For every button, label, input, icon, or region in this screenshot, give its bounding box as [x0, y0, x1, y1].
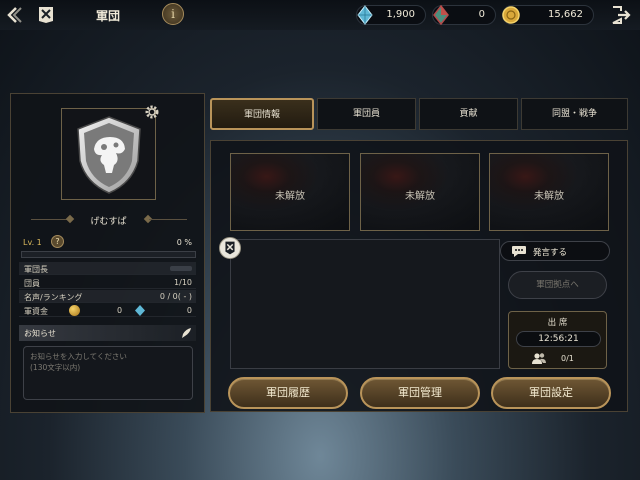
leader-label: 軍団長 [24, 265, 48, 274]
funds-crystal-value: 0 [186, 306, 192, 315]
name-divider-right [149, 219, 187, 220]
tab-members[interactable]: 軍団員 [317, 98, 416, 130]
info-button[interactable]: i [162, 3, 184, 25]
attendance-title: 出 席 [547, 318, 568, 328]
notice-header: お知らせ [19, 325, 196, 341]
locked-slot-1[interactable]: 未解放 [230, 153, 350, 231]
locked-slot-label: 未解放 [534, 191, 564, 202]
notice-title: お知らせ [24, 329, 56, 338]
stat-row-fame: 名声/ランキング 0 / 0( - ) [19, 290, 196, 303]
post-message-label: 発言する [533, 248, 568, 258]
guild-name: げむすぱ [90, 217, 127, 227]
blue-crystal-icon [357, 5, 373, 25]
gold-coin-icon [502, 6, 520, 24]
guild-history-button[interactable]: 軍団履歴 [228, 377, 348, 409]
red-crystal-icon [433, 5, 449, 25]
close-icon[interactable] [219, 237, 241, 259]
locked-slot-3[interactable]: 未解放 [489, 153, 609, 231]
gear-icon[interactable] [144, 104, 160, 120]
members-value: 1/10 [174, 278, 192, 287]
stat-row-funds: 軍資金 0 0 [19, 304, 196, 317]
exp-progress-bar [21, 251, 196, 258]
fame-value: 0 / 0( - ) [159, 292, 192, 301]
leader-name-redacted [170, 266, 192, 271]
exp-percent: 0 % [176, 238, 192, 247]
blue-crystal-icon [135, 305, 145, 316]
guild-emblem-frame [61, 108, 156, 200]
red-crystal-amount: 0 [478, 9, 485, 20]
guild-emblem-shield-icon [77, 116, 141, 194]
guild-level: Lv. 1 [23, 238, 42, 247]
tab-alliance-war[interactable]: 同盟・戦争 [521, 98, 628, 130]
speech-bubble-icon [512, 246, 526, 257]
tab-contribution[interactable]: 貢献 [419, 98, 518, 130]
guild-banner-icon [39, 7, 53, 23]
attendance-count: 0/1 [561, 354, 574, 363]
guild-info-panel: 未解放 未解放 未解放 発言する 軍団拠点へ 出 席 12:56:21 0/1 … [210, 140, 628, 412]
stat-row-leader: 軍団長 [19, 262, 196, 275]
gold-coin-counter[interactable]: 15,662 [502, 5, 594, 25]
red-crystal-counter[interactable]: 0 [432, 5, 496, 25]
notice-input[interactable]: お知らせを入力してください (130文字以内) [23, 346, 193, 400]
blue-crystal-amount: 1,900 [386, 9, 415, 20]
members-label: 団員 [24, 279, 40, 288]
guild-management-button[interactable]: 軍団管理 [360, 377, 480, 409]
guild-settings-button[interactable]: 軍団設定 [491, 377, 611, 409]
post-message-button[interactable]: 発言する [500, 241, 610, 261]
back-arrow-icon[interactable] [4, 5, 24, 25]
gold-coin-icon [69, 305, 80, 316]
funds-label: 軍資金 [24, 307, 48, 316]
attendance-box: 出 席 12:56:21 0/1 [508, 311, 607, 369]
guild-base-button[interactable]: 軍団拠点へ [508, 271, 607, 299]
gold-coin-amount: 15,662 [548, 9, 583, 20]
blue-crystal-counter[interactable]: 1,900 [356, 5, 426, 25]
top-bar: 軍団 i 1,900 0 15,662 [0, 0, 640, 30]
notice-placeholder: お知らせを入力してください (130文字以内) [30, 352, 127, 372]
people-icon [532, 353, 546, 364]
attendance-time: 12:56:21 [516, 331, 601, 347]
guild-profile-panel: げむすぱ Lv. 1 ? 0 % 軍団長 団員 1/10 名声/ランキング 0 … [10, 93, 205, 413]
level-help-button[interactable]: ? [51, 235, 64, 248]
exit-icon[interactable] [610, 5, 632, 25]
chat-log[interactable] [230, 239, 500, 369]
quill-edit-icon[interactable] [180, 327, 192, 339]
page-title: 軍団 [96, 9, 121, 23]
locked-slot-label: 未解放 [405, 191, 435, 202]
locked-slot-2[interactable]: 未解放 [360, 153, 480, 231]
stat-row-members: 団員 1/10 [19, 276, 196, 289]
tab-guild-info[interactable]: 軍団情報 [210, 98, 314, 130]
funds-gold-value: 0 [117, 306, 123, 315]
locked-slot-label: 未解放 [275, 191, 305, 202]
fame-label: 名声/ランキング [24, 293, 83, 302]
